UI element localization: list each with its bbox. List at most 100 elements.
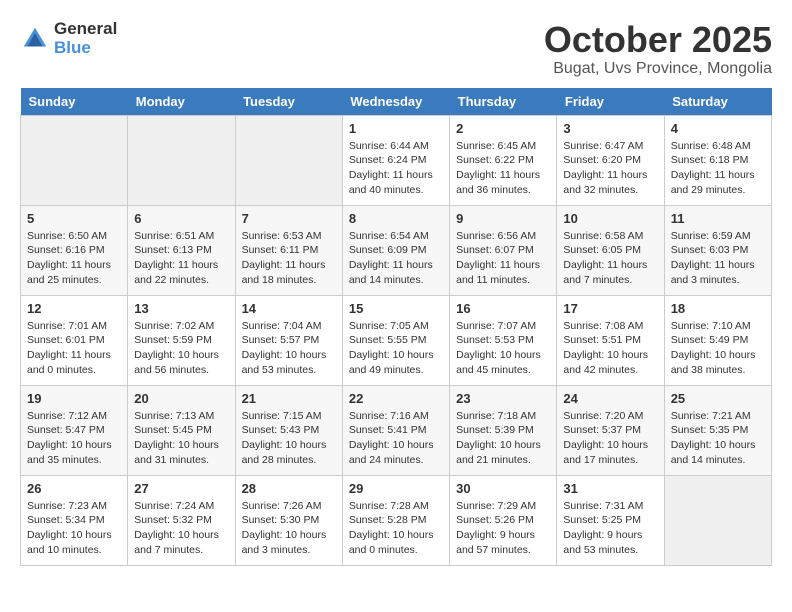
day-info: Sunrise: 7:04 AM Sunset: 5:57 PM Dayligh… bbox=[242, 319, 336, 378]
day-number: 13 bbox=[134, 301, 228, 316]
calendar-cell: 22 Sunrise: 7:16 AM Sunset: 5:41 PM Dayli… bbox=[342, 385, 449, 475]
day-number: 12 bbox=[27, 301, 121, 316]
day-number: 19 bbox=[27, 391, 121, 406]
calendar-cell: 2 Sunrise: 6:45 AM Sunset: 6:22 PM Daylig… bbox=[450, 115, 557, 205]
day-info: Sunrise: 7:26 AM Sunset: 5:30 PM Dayligh… bbox=[242, 499, 336, 558]
day-number: 29 bbox=[349, 481, 443, 496]
calendar-cell: 25Sunrise: 7:21 AM Sunset: 5:35 PM Dayli… bbox=[664, 385, 771, 475]
calendar-cell: 13 Sunrise: 7:02 AM Sunset: 5:59 PM Dayli… bbox=[128, 295, 235, 385]
calendar-cell: 11 Sunrise: 6:59 AM Sunset: 6:03 PM Dayli… bbox=[664, 205, 771, 295]
day-info: Sunrise: 6:44 AM Sunset: 6:24 PM Dayligh… bbox=[349, 139, 443, 198]
day-info: Sunrise: 7:05 AM Sunset: 5:55 PM Dayligh… bbox=[349, 319, 443, 378]
day-number: 16 bbox=[456, 301, 550, 316]
day-info: Sunrise: 7:08 AM Sunset: 5:51 PM Dayligh… bbox=[563, 319, 657, 378]
day-info: Sunrise: 7:28 AM Sunset: 5:28 PM Dayligh… bbox=[349, 499, 443, 558]
calendar-cell: 15Sunrise: 7:05 AM Sunset: 5:55 PM Dayli… bbox=[342, 295, 449, 385]
header-day-tuesday: Tuesday bbox=[235, 88, 342, 116]
day-info: Sunrise: 6:51 AM Sunset: 6:13 PM Dayligh… bbox=[134, 229, 228, 288]
day-info: Sunrise: 6:53 AM Sunset: 6:11 PM Dayligh… bbox=[242, 229, 336, 288]
calendar-cell: 7 Sunrise: 6:53 AM Sunset: 6:11 PM Daylig… bbox=[235, 205, 342, 295]
location-title: Bugat, Uvs Province, Mongolia bbox=[544, 60, 772, 78]
month-title: October 2025 bbox=[544, 20, 772, 60]
calendar-cell: 30 Sunrise: 7:29 AM Sunset: 5:26 PM Dayli… bbox=[450, 475, 557, 565]
day-info: Sunrise: 7:02 AM Sunset: 5:59 PM Dayligh… bbox=[134, 319, 228, 378]
calendar-cell: 9Sunrise: 6:56 AM Sunset: 6:07 PM Daylig… bbox=[450, 205, 557, 295]
day-number: 6 bbox=[134, 211, 228, 226]
day-number: 26 bbox=[27, 481, 121, 496]
page-header: General Blue October 2025 Bugat, Uvs Pro… bbox=[20, 20, 772, 78]
calendar-cell: 23Sunrise: 7:18 AM Sunset: 5:39 PM Dayli… bbox=[450, 385, 557, 475]
day-number: 9 bbox=[456, 211, 550, 226]
day-number: 5 bbox=[27, 211, 121, 226]
day-number: 11 bbox=[671, 211, 765, 226]
day-number: 4 bbox=[671, 121, 765, 136]
day-number: 21 bbox=[242, 391, 336, 406]
calendar-cell: 20 Sunrise: 7:13 AM Sunset: 5:45 PM Dayli… bbox=[128, 385, 235, 475]
day-number: 22 bbox=[349, 391, 443, 406]
calendar-cell: 27Sunrise: 7:24 AM Sunset: 5:32 PM Dayli… bbox=[128, 475, 235, 565]
day-number: 23 bbox=[456, 391, 550, 406]
day-info: Sunrise: 7:29 AM Sunset: 5:26 PM Dayligh… bbox=[456, 499, 550, 558]
calendar-cell bbox=[664, 475, 771, 565]
day-number: 20 bbox=[134, 391, 228, 406]
day-info: Sunrise: 7:31 AM Sunset: 5:25 PM Dayligh… bbox=[563, 499, 657, 558]
calendar-cell: 21 Sunrise: 7:15 AM Sunset: 5:43 PM Dayli… bbox=[235, 385, 342, 475]
day-info: Sunrise: 6:50 AM Sunset: 6:16 PM Dayligh… bbox=[27, 229, 121, 288]
day-info: Sunrise: 7:12 AM Sunset: 5:47 PM Dayligh… bbox=[27, 409, 121, 468]
day-info: Sunrise: 6:54 AM Sunset: 6:09 PM Dayligh… bbox=[349, 229, 443, 288]
logo-general-text: General bbox=[54, 20, 117, 39]
logo-icon bbox=[20, 24, 50, 54]
calendar-table: SundayMondayTuesdayWednesdayThursdayFrid… bbox=[20, 88, 772, 566]
logo-blue-text: Blue bbox=[54, 39, 117, 58]
calendar-cell: 31 Sunrise: 7:31 AM Sunset: 5:25 PM Dayli… bbox=[557, 475, 664, 565]
day-number: 2 bbox=[456, 121, 550, 136]
day-info: Sunrise: 7:13 AM Sunset: 5:45 PM Dayligh… bbox=[134, 409, 228, 468]
header-day-wednesday: Wednesday bbox=[342, 88, 449, 116]
calendar-cell: 28 Sunrise: 7:26 AM Sunset: 5:30 PM Dayli… bbox=[235, 475, 342, 565]
day-number: 31 bbox=[563, 481, 657, 496]
calendar-cell: 12 Sunrise: 7:01 AM Sunset: 6:01 PM Dayli… bbox=[21, 295, 128, 385]
day-number: 28 bbox=[242, 481, 336, 496]
header-day-sunday: Sunday bbox=[21, 88, 128, 116]
day-info: Sunrise: 6:45 AM Sunset: 6:22 PM Dayligh… bbox=[456, 139, 550, 198]
calendar-cell: 18Sunrise: 7:10 AM Sunset: 5:49 PM Dayli… bbox=[664, 295, 771, 385]
calendar-cell: 26 Sunrise: 7:23 AM Sunset: 5:34 PM Dayli… bbox=[21, 475, 128, 565]
calendar-cell: 17 Sunrise: 7:08 AM Sunset: 5:51 PM Dayli… bbox=[557, 295, 664, 385]
calendar-cell: 4 Sunrise: 6:48 AM Sunset: 6:18 PM Daylig… bbox=[664, 115, 771, 205]
calendar-cell: 29 Sunrise: 7:28 AM Sunset: 5:28 PM Dayli… bbox=[342, 475, 449, 565]
day-info: Sunrise: 7:16 AM Sunset: 5:41 PM Dayligh… bbox=[349, 409, 443, 468]
day-number: 17 bbox=[563, 301, 657, 316]
calendar-cell bbox=[21, 115, 128, 205]
header-day-monday: Monday bbox=[128, 88, 235, 116]
header-day-friday: Friday bbox=[557, 88, 664, 116]
calendar-cell: 6 Sunrise: 6:51 AM Sunset: 6:13 PM Daylig… bbox=[128, 205, 235, 295]
calendar-cell: 10Sunrise: 6:58 AM Sunset: 6:05 PM Dayli… bbox=[557, 205, 664, 295]
day-number: 25 bbox=[671, 391, 765, 406]
day-info: Sunrise: 6:48 AM Sunset: 6:18 PM Dayligh… bbox=[671, 139, 765, 198]
calendar-cell: 1 Sunrise: 6:44 AM Sunset: 6:24 PM Daylig… bbox=[342, 115, 449, 205]
header-day-thursday: Thursday bbox=[450, 88, 557, 116]
day-info: Sunrise: 6:47 AM Sunset: 6:20 PM Dayligh… bbox=[563, 139, 657, 198]
day-info: Sunrise: 7:23 AM Sunset: 5:34 PM Dayligh… bbox=[27, 499, 121, 558]
calendar-cell bbox=[128, 115, 235, 205]
day-number: 30 bbox=[456, 481, 550, 496]
day-number: 14 bbox=[242, 301, 336, 316]
day-number: 3 bbox=[563, 121, 657, 136]
calendar-cell: 3 Sunrise: 6:47 AM Sunset: 6:20 PM Daylig… bbox=[557, 115, 664, 205]
day-number: 8 bbox=[349, 211, 443, 226]
day-number: 18 bbox=[671, 301, 765, 316]
day-number: 1 bbox=[349, 121, 443, 136]
day-info: Sunrise: 7:15 AM Sunset: 5:43 PM Dayligh… bbox=[242, 409, 336, 468]
day-info: Sunrise: 7:01 AM Sunset: 6:01 PM Dayligh… bbox=[27, 319, 121, 378]
day-info: Sunrise: 6:59 AM Sunset: 6:03 PM Dayligh… bbox=[671, 229, 765, 288]
week-row-2: 5 Sunrise: 6:50 AM Sunset: 6:16 PM Daylig… bbox=[21, 205, 772, 295]
week-row-4: 19 Sunrise: 7:12 AM Sunset: 5:47 PM Dayli… bbox=[21, 385, 772, 475]
header-row: SundayMondayTuesdayWednesdayThursdayFrid… bbox=[21, 88, 772, 116]
calendar-cell: 14 Sunrise: 7:04 AM Sunset: 5:57 PM Dayli… bbox=[235, 295, 342, 385]
week-row-1: 1 Sunrise: 6:44 AM Sunset: 6:24 PM Daylig… bbox=[21, 115, 772, 205]
header-day-saturday: Saturday bbox=[664, 88, 771, 116]
calendar-cell: 8 Sunrise: 6:54 AM Sunset: 6:09 PM Daylig… bbox=[342, 205, 449, 295]
day-info: Sunrise: 7:20 AM Sunset: 5:37 PM Dayligh… bbox=[563, 409, 657, 468]
title-block: October 2025 Bugat, Uvs Province, Mongol… bbox=[544, 20, 772, 78]
day-number: 7 bbox=[242, 211, 336, 226]
